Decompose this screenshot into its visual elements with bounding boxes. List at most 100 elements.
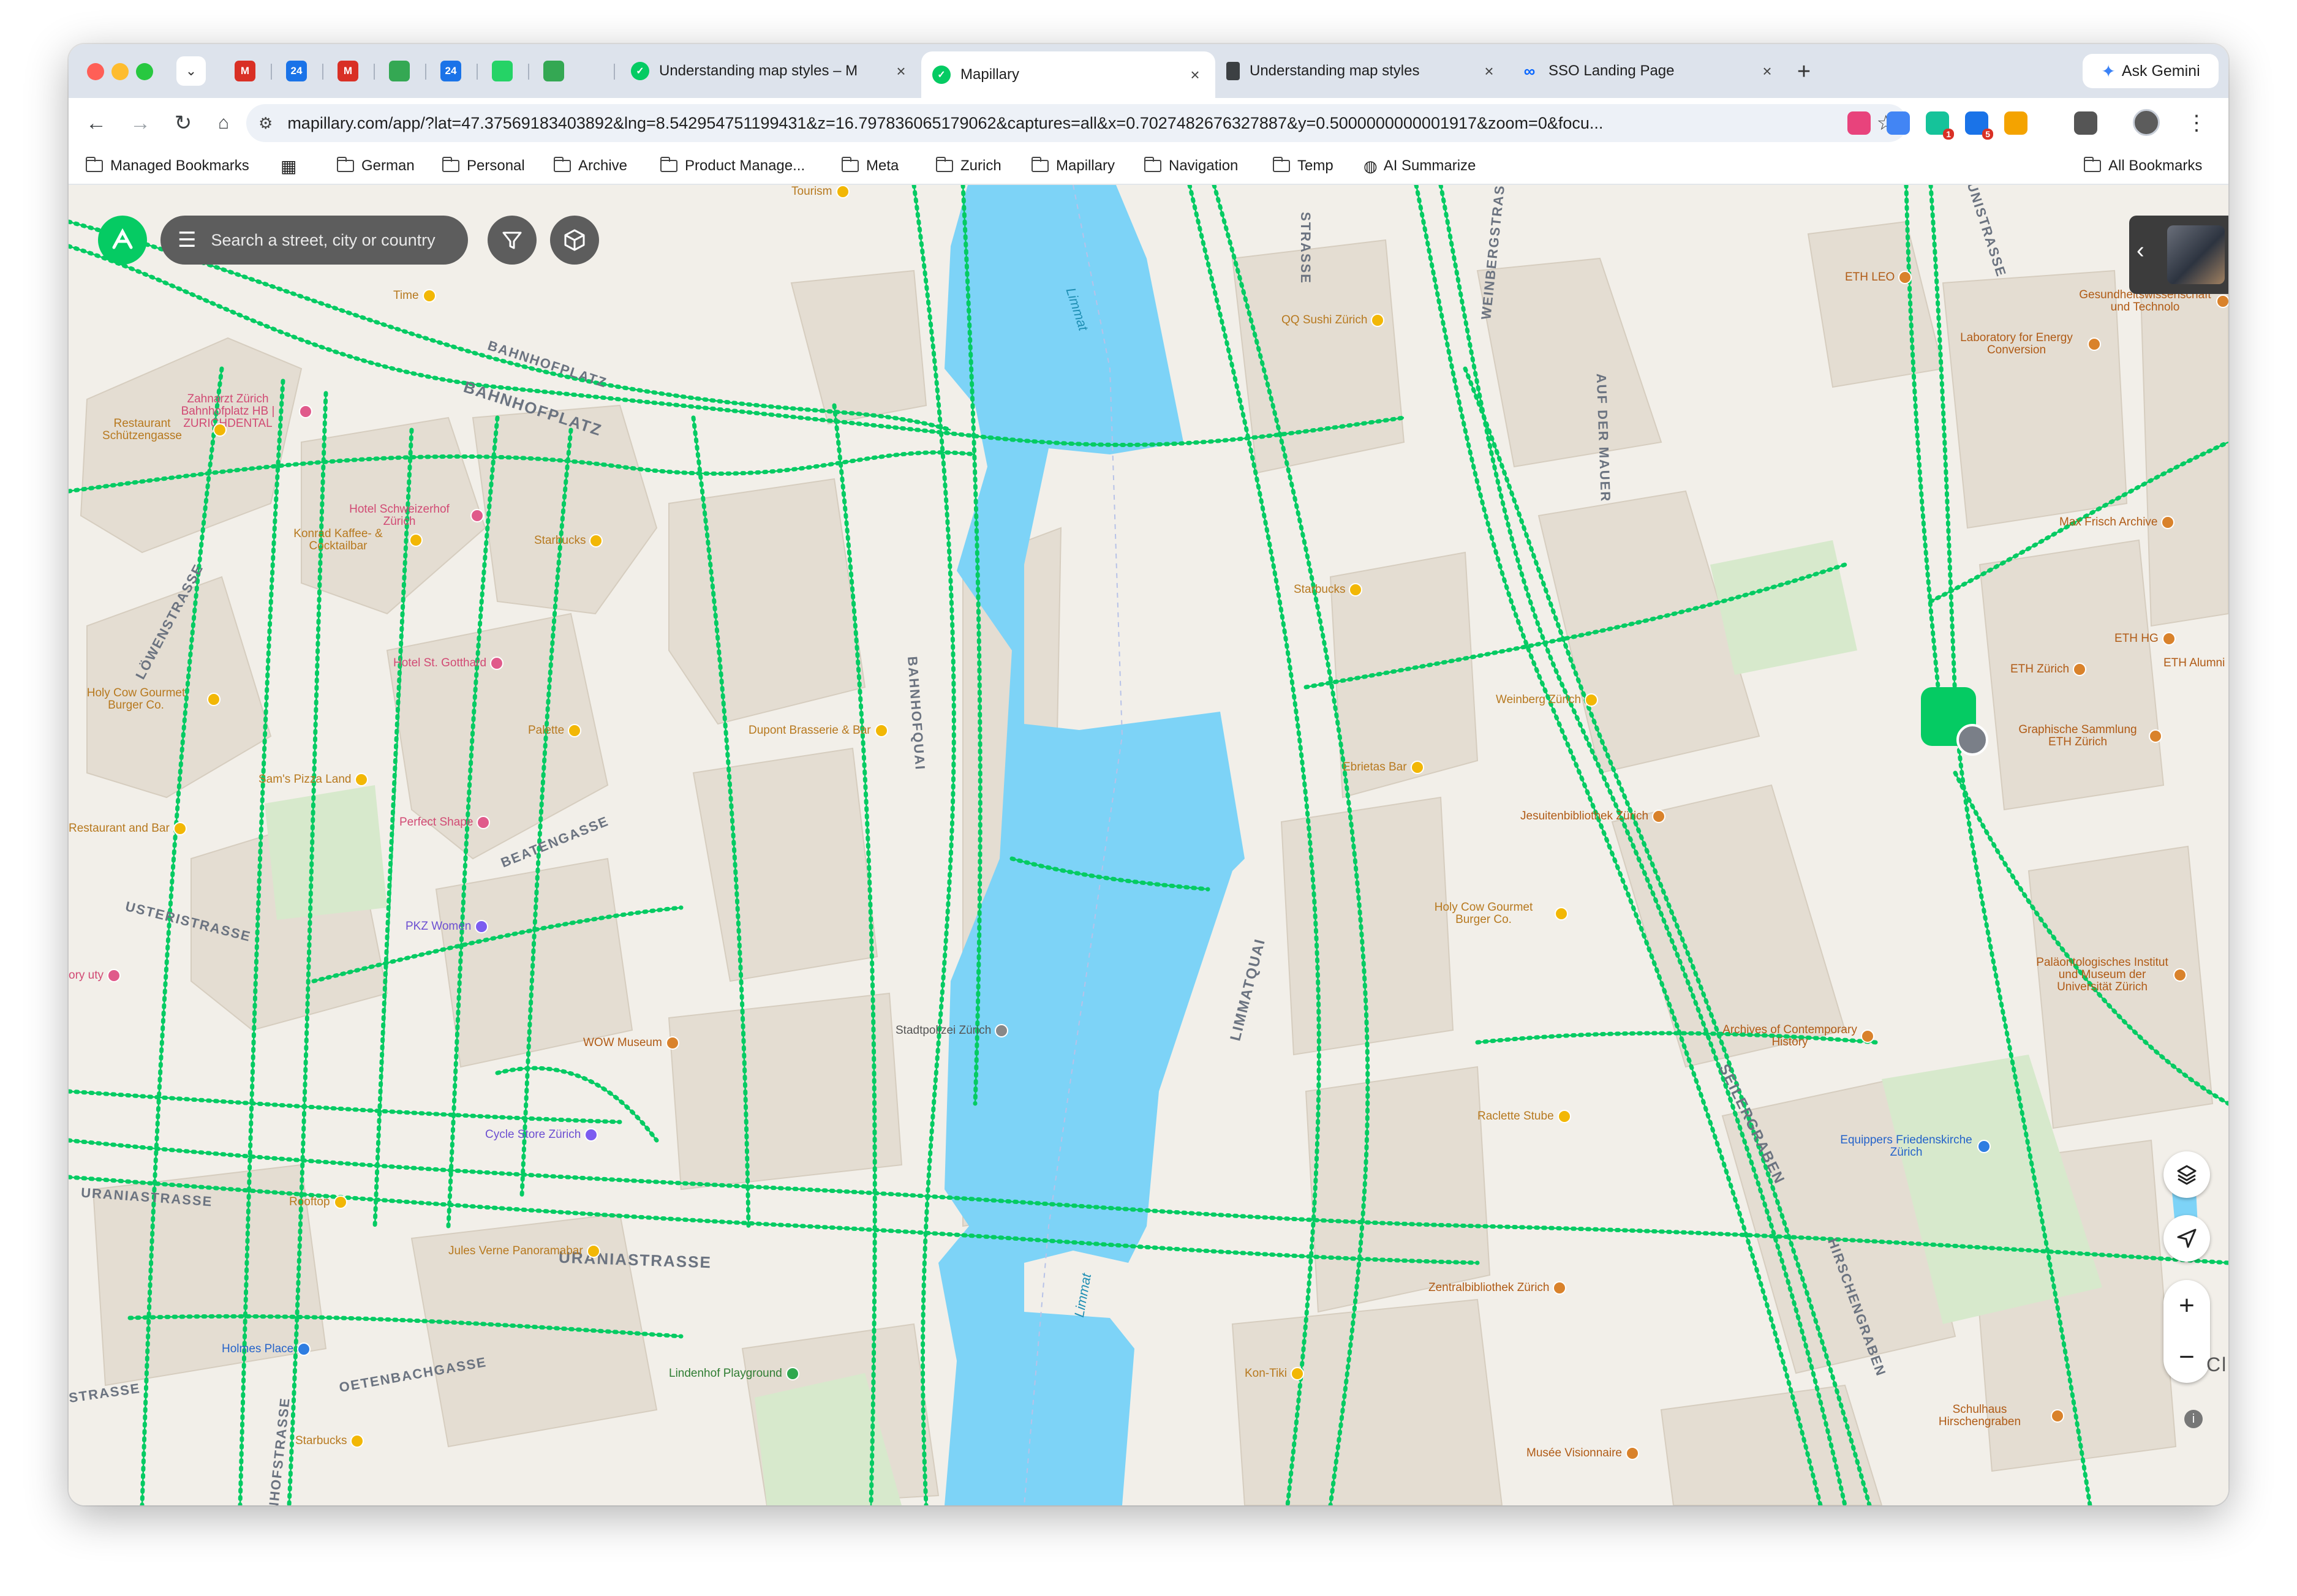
poi-label[interactable]: Holmes Place [222,1342,311,1356]
bookmark-folder[interactable]: Product Manage... [660,148,805,184]
poi-label[interactable]: Rooftop [289,1195,347,1209]
poi-label[interactable]: Hotel St. Gotthard [393,657,504,670]
poi-label[interactable]: Konrad Kaffee- & Cocktailbar [271,528,423,552]
poi-label[interactable]: Tourism [791,185,850,198]
pinned-tab[interactable] [374,55,425,87]
color-picker-ext[interactable] [2004,111,2027,135]
poi-label[interactable]: ETH Alumni [2163,657,2228,670]
bookmark-folder[interactable]: Navigation [1144,148,1238,184]
poi-label[interactable]: Hotel Schweizerhof Zürich [332,503,484,528]
pinned-tab[interactable]: M [219,55,271,87]
poi-label[interactable]: Palette [528,724,582,737]
site-info-icon[interactable]: ⚙ [258,114,273,133]
filter-button[interactable] [488,216,537,265]
pinned-tab[interactable]: 24 [271,55,322,87]
url-text[interactable]: mapillary.com/app/?lat=47.37569183403892… [287,114,1866,133]
coverage-sequence[interactable] [1953,770,2228,1106]
close-tab-icon[interactable]: × [1186,66,1204,85]
poi-label[interactable]: Restaurant Schützengasse [75,418,227,442]
pinned-tab[interactable]: 24 [425,55,477,87]
poi-label[interactable]: Equippers Friedenskirche Zürich [1839,1134,1991,1159]
coverage-sequence[interactable] [691,415,751,1229]
poi-label[interactable]: Starbucks [534,534,603,548]
coverage-sequence[interactable] [1212,185,1370,1505]
coverage-sequence[interactable] [1009,856,1210,892]
pinned-tab[interactable]: M [322,55,374,87]
map-canvas[interactable]: BAHNHOFPLATZ BAHNHOFPLATZ LÖWENSTRASSE B… [69,185,2228,1505]
bookmark-folder[interactable]: Zurich [935,148,1001,184]
mapillary-logo[interactable] [98,216,147,265]
browser-menu-icon[interactable]: ⋮ [2184,107,2209,140]
tab-search-button[interactable]: ⌄ [176,56,206,86]
reload-button[interactable]: ↻ [167,107,200,140]
coverage-sequence[interactable] [1303,562,1847,690]
layers-button[interactable] [2163,1151,2210,1198]
poi-label[interactable]: Laboratory for Energy Conversion [1949,332,2101,356]
poi-label[interactable]: WOW Museum [583,1036,679,1050]
coverage-sequence[interactable] [140,366,224,1505]
close-tab-icon[interactable]: × [1758,62,1776,81]
notes-ext[interactable]: 5 [1965,111,1993,140]
apps-grid-icon[interactable]: ▦ [281,148,296,184]
poi-label[interactable]: Schulhaus Hirschengraben [1912,1404,2064,1428]
coverage-sequence[interactable] [127,1314,684,1339]
bookmark-folder[interactable]: Meta [841,148,899,184]
maximize-window-button[interactable] [136,63,153,80]
poi-label[interactable]: Restaurant and Bar [69,822,187,835]
current-image-marker[interactable] [1956,724,1988,756]
minimize-window-button[interactable] [111,63,129,80]
poi-label[interactable]: Archives of Contemporary History [1722,1024,1874,1048]
close-tab-icon[interactable]: × [1480,62,1498,81]
poi-label[interactable]: Zentralbibliothek Zürich [1428,1281,1567,1295]
poi-label[interactable]: Starbucks [295,1434,364,1448]
coverage-sequence[interactable] [1187,185,1321,1505]
ask-gemini-button[interactable]: ✦ Ask Gemini [2083,54,2219,88]
forward-button[interactable]: → [124,107,157,140]
poi-label[interactable]: Raclette Stube [1477,1110,1571,1123]
home-button[interactable]: ⌂ [207,107,240,140]
poi-label[interactable]: Graphische Sammlung ETH Zürich [2010,724,2162,748]
poi-label[interactable]: PKZ Women [405,920,489,933]
bookmark-folder[interactable]: Archive [553,148,627,184]
poi-label[interactable]: Kon-Tiki [1245,1367,1304,1380]
back-button[interactable]: ← [80,107,113,140]
poi-label[interactable]: Lindenhof Playground [669,1367,799,1380]
zoom-out-button[interactable]: − [2163,1331,2210,1383]
coverage-sequence[interactable] [832,403,877,1505]
poi-label[interactable]: Weinberg Zürich [1496,693,1599,707]
poi-label[interactable]: Holy Cow Gourmet Burger Co. [69,687,221,712]
zoom-in-button[interactable]: + [2163,1280,2210,1331]
poi-label[interactable]: QQ Sushi Zürich [1281,314,1385,327]
coverage-sequence[interactable] [69,1089,622,1124]
all-bookmarks[interactable]: All Bookmarks [2083,148,2202,184]
bookmark-folder[interactable]: Personal [442,148,525,184]
poi-label[interactable]: Jules Verne Panoramabar [448,1244,600,1258]
image-thumbnail[interactable] [2167,225,2225,284]
search-bar[interactable]: ☰ [160,216,468,265]
tab-sso-landing-page[interactable]: ∞ SSO Landing Page × [1509,53,1787,89]
tab-understanding-map-styles-2[interactable]: Understanding map styles × [1215,53,1509,89]
coverage-sequence[interactable] [1928,185,2092,1505]
close-window-button[interactable] [87,63,104,80]
poi-label[interactable]: Max Frisch Archive [2059,516,2175,529]
bookmark-ai-summarize[interactable]: ◍ AI Summarize [1363,148,1476,184]
tab-understanding-map-styles-1[interactable]: ✓ Understanding map styles – M × [620,53,921,89]
coverage-sequence[interactable] [911,185,956,1505]
poi-label[interactable]: ETH Zürich [2010,663,2087,676]
poi-label[interactable]: Jesuitenbibliothek Zürich [1520,810,1666,823]
poi-label[interactable]: Time [393,289,436,303]
managed-bookmarks[interactable]: Managed Bookmarks [85,148,249,184]
new-tab-button[interactable]: + [1789,56,1819,87]
poi-label[interactable]: ETH HG [2114,632,2176,646]
menu-icon[interactable]: ☰ [178,228,196,252]
close-tab-icon[interactable]: × [892,62,910,81]
grammarly-ext[interactable]: 1 [1926,111,1954,140]
poi-label[interactable]: Cycle Store Zürich [485,1128,598,1142]
poi-label[interactable]: ETH LEO [1845,271,1912,284]
poi-label[interactable]: Paläontologisches Institut und Museum de… [2035,957,2187,993]
pinned-tab[interactable] [477,55,528,87]
coverage-sequence[interactable] [311,905,684,984]
translate-ext[interactable] [1847,111,1871,135]
poi-label[interactable]: Perfect Shape [399,816,491,829]
poi-label[interactable]: ory uty [69,969,121,982]
